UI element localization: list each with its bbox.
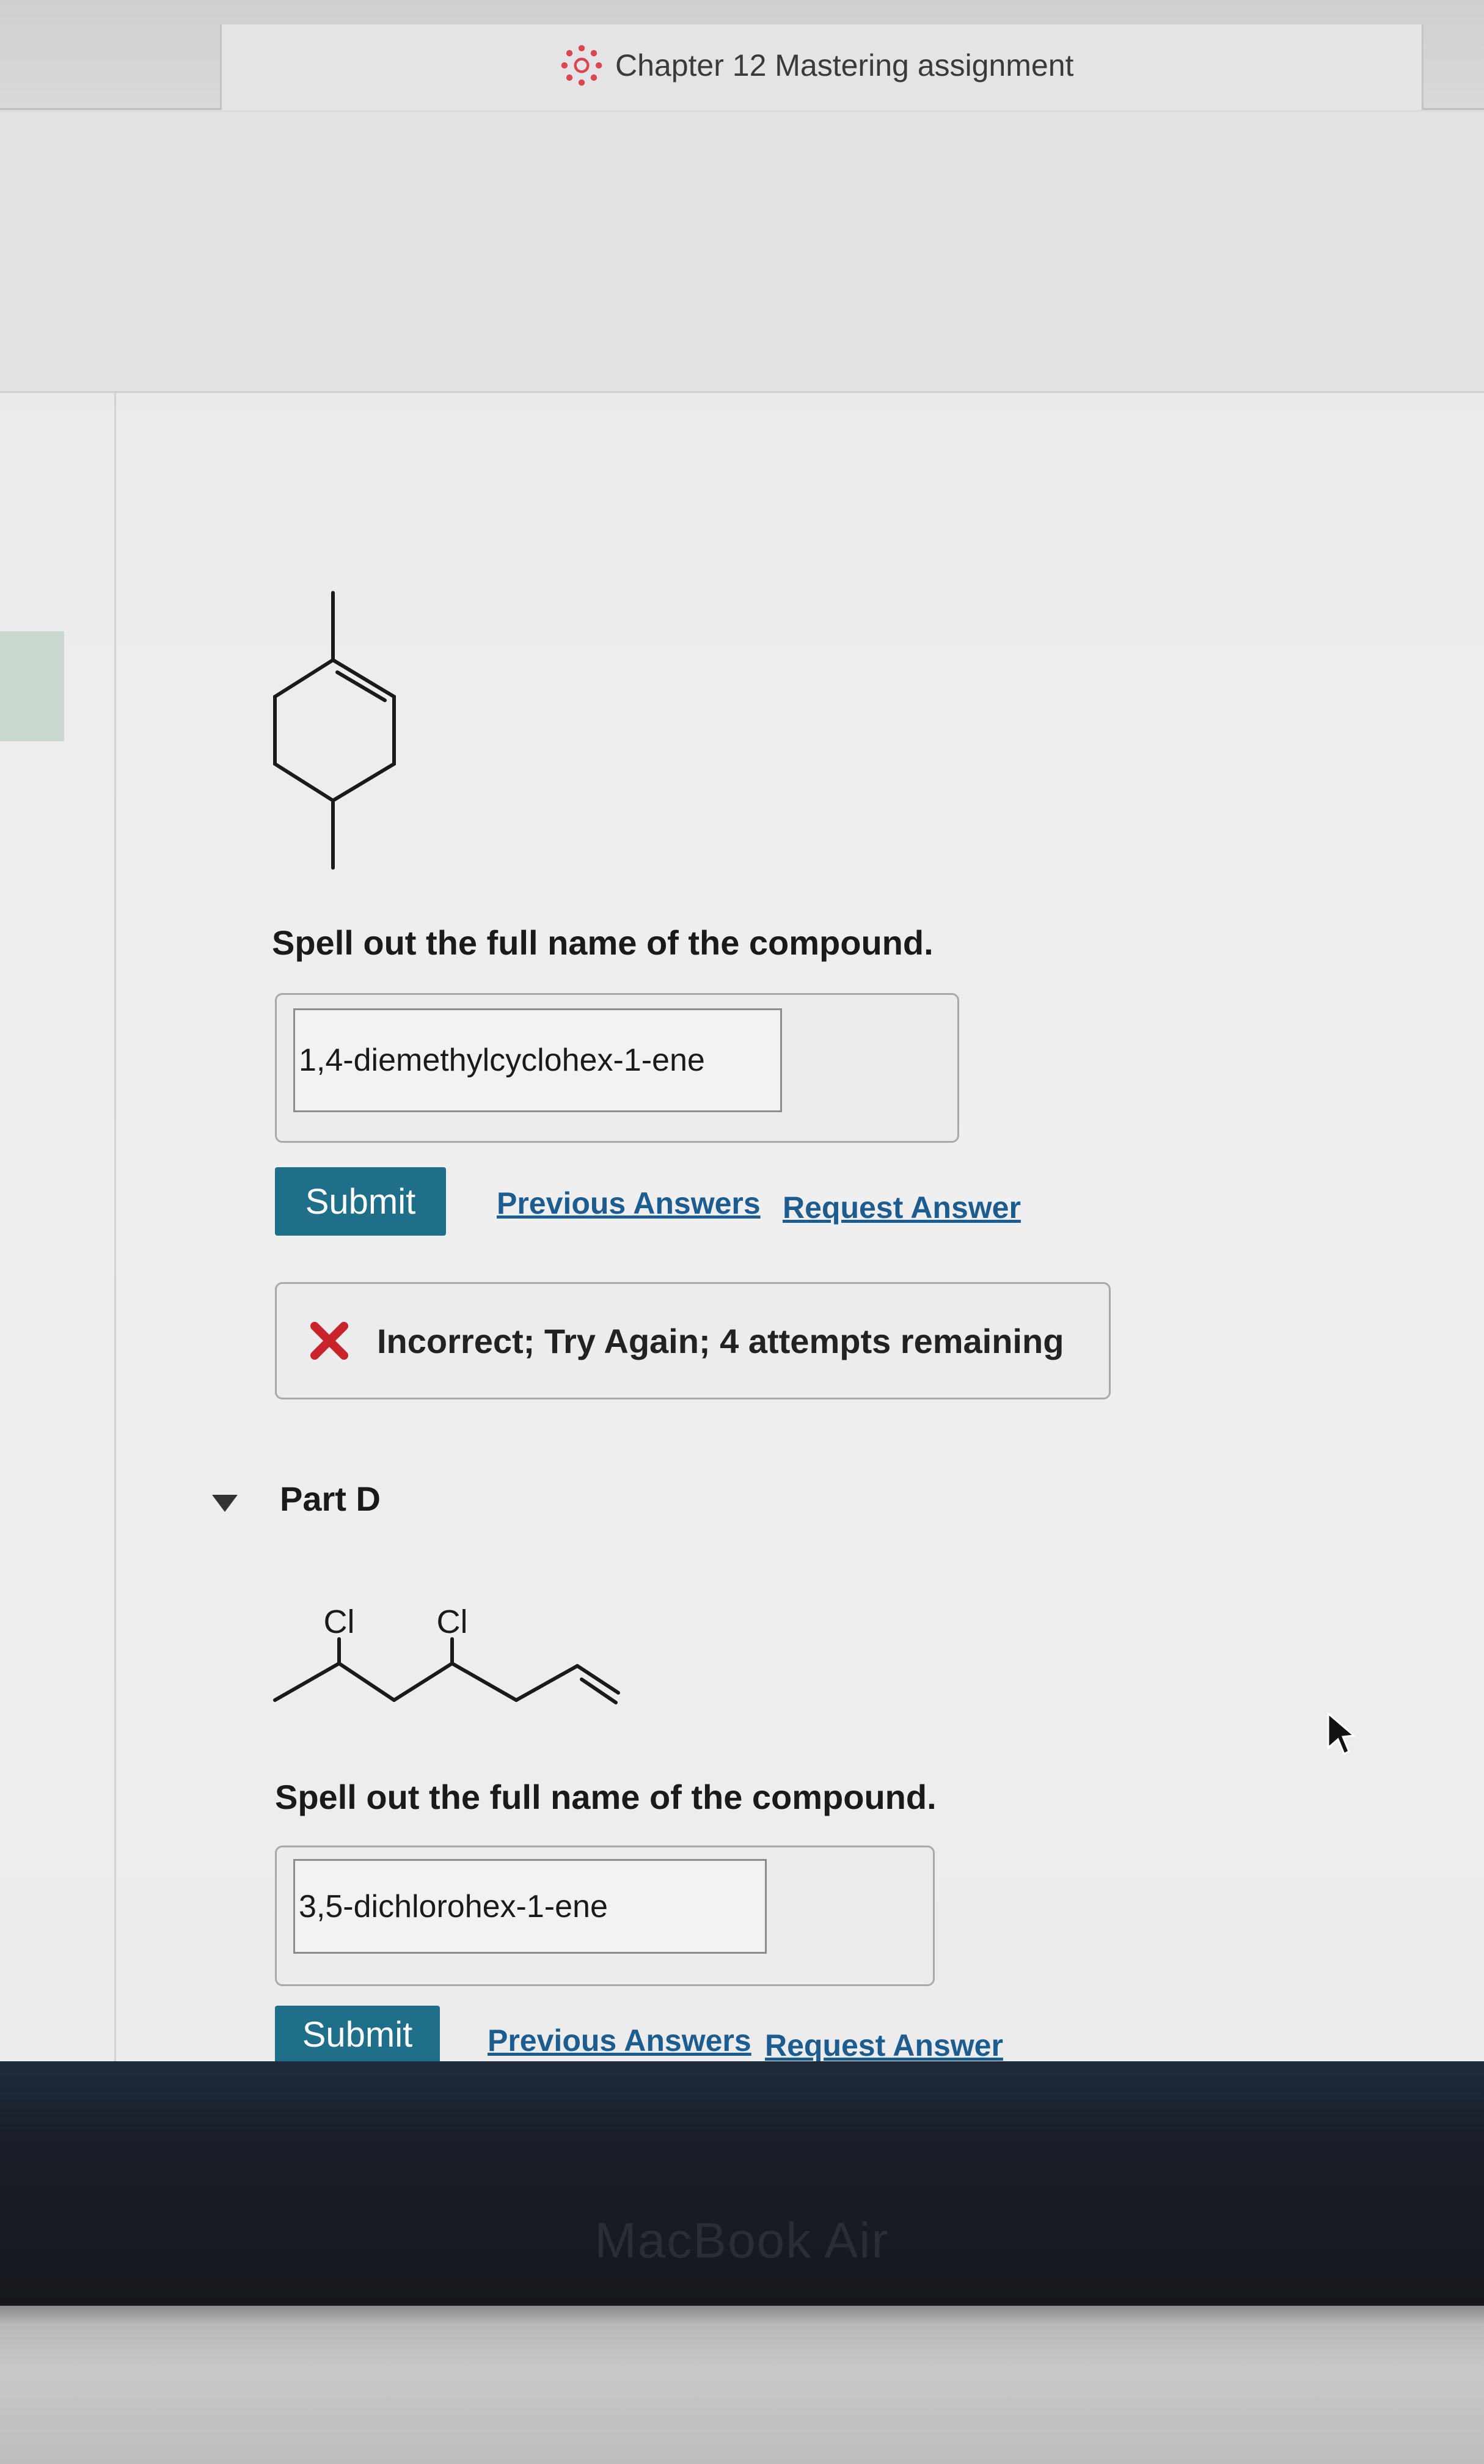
part-d-structure-label-2: Cl	[437, 1604, 468, 1640]
canvas-logo-icon	[561, 45, 602, 86]
part-d-prompt: Spell out the full name of the compound.	[275, 1778, 937, 1816]
part-c-feedback-box: Incorrect; Try Again; 4 attempts remaini…	[275, 1282, 1111, 1399]
page-header-band	[0, 112, 1484, 393]
browser-tab-bar: Chapter 12 Mastering assignment	[0, 0, 1484, 110]
tab-title-group[interactable]: Chapter 12 Mastering assignment	[559, 38, 1073, 93]
part-d-submit-button[interactable]: Submit	[275, 2006, 440, 2064]
laptop-brand-label: MacBook Air	[594, 2213, 890, 2268]
part-d-structure-label-1: Cl	[324, 1604, 355, 1640]
part-d-request-answer-link[interactable]: Request Answer	[765, 2028, 1003, 2063]
left-rail	[92, 393, 116, 2061]
part-c-structure-image	[273, 591, 396, 870]
part-c-request-answer-link[interactable]: Request Answer	[783, 1190, 1021, 1225]
part-c-previous-answers-link[interactable]: Previous Answers	[497, 1186, 761, 1221]
part-d-collapse-toggle-icon[interactable]	[210, 1491, 240, 1516]
part-d-structure-image: Cl Cl	[273, 1604, 620, 1704]
mouse-cursor-icon	[1327, 1711, 1356, 1755]
part-c-feedback-text: Incorrect; Try Again; 4 attempts remaini…	[377, 1321, 1064, 1360]
part-d-answer-input[interactable]: 3,5-dichlorohex-1-ene	[293, 1859, 767, 1954]
part-c-submit-button[interactable]: Submit	[275, 1167, 446, 1236]
laptop-hinge	[0, 2306, 1484, 2464]
tab-title: Chapter 12 Mastering assignment	[615, 48, 1074, 82]
part-d-label: Part D	[280, 1480, 381, 1518]
x-icon	[310, 1322, 348, 1360]
side-tab-highlight	[0, 631, 64, 741]
part-c-prompt: Spell out the full name of the compound.	[272, 923, 934, 962]
part-d-previous-answers-link[interactable]: Previous Answers	[488, 2023, 751, 2058]
part-c-answer-input[interactable]: 1,4-diemethylcyclohex-1-ene	[293, 1008, 782, 1112]
